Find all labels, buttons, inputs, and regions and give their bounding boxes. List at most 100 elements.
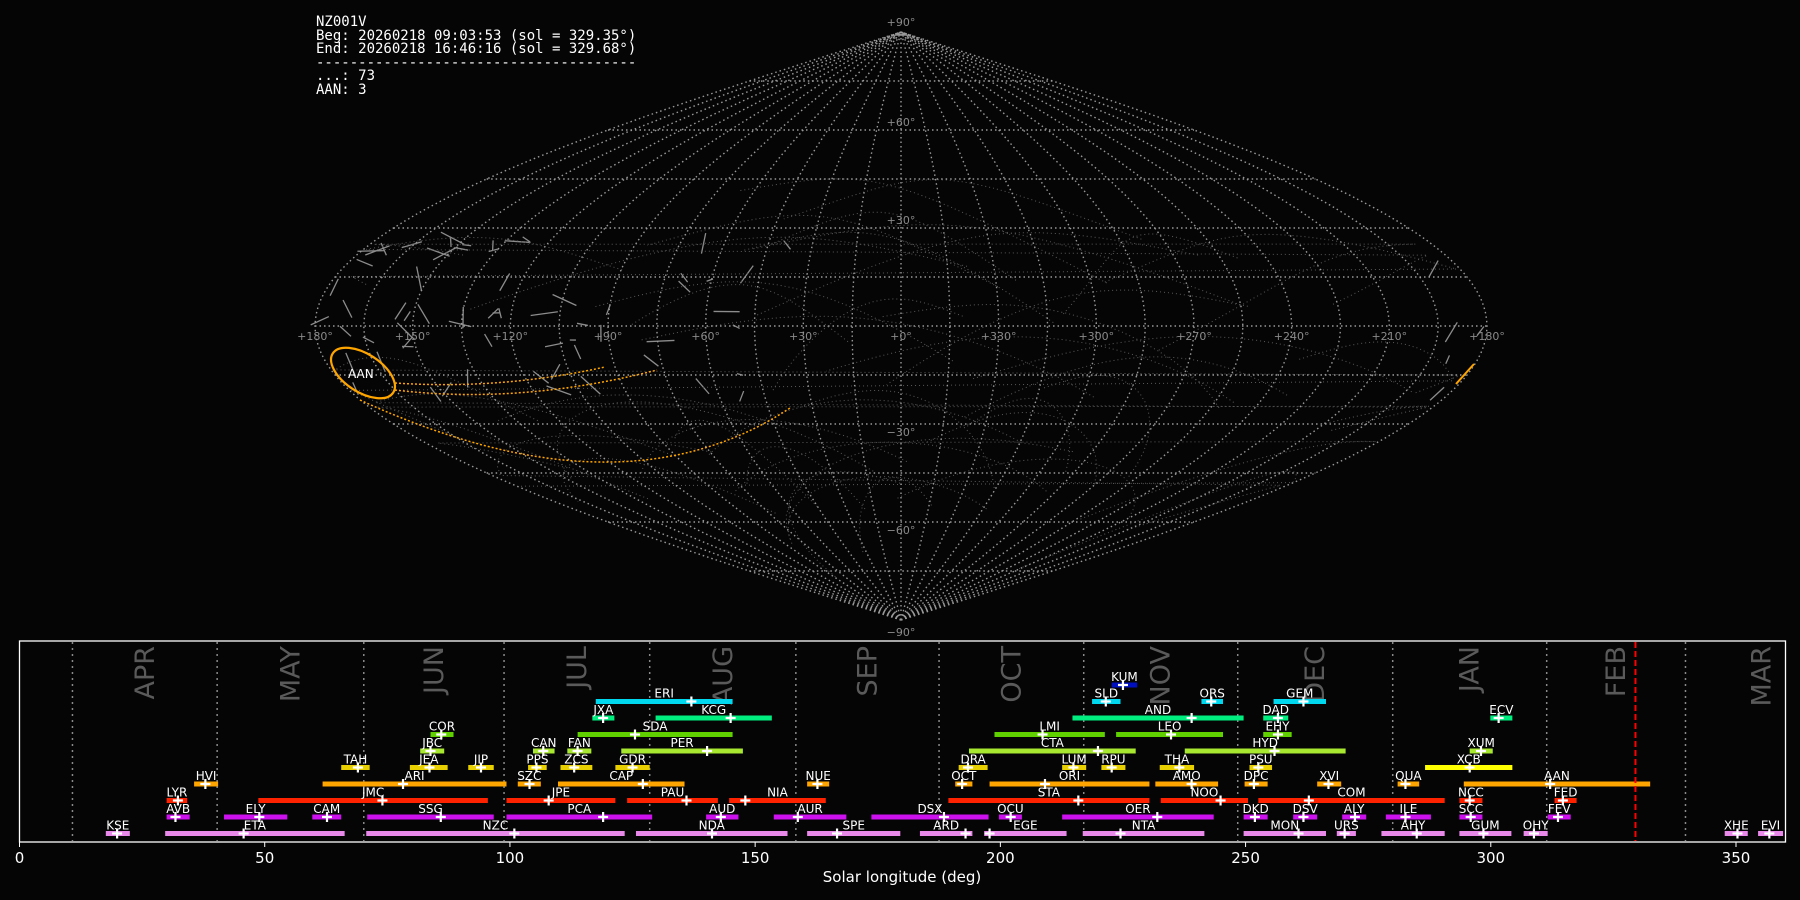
shower-dpc: DPC	[1244, 769, 1269, 789]
shower-code-label: ORS	[1200, 687, 1225, 701]
shower-code-label: GDR	[619, 753, 646, 767]
activity-bar	[807, 781, 830, 787]
shower-code-label: LEO	[1158, 720, 1182, 734]
shower-code-label: TAH	[343, 753, 368, 767]
peak-marker	[1732, 828, 1743, 839]
shower-code-label: URS	[1334, 819, 1359, 833]
meteor-streak	[1445, 355, 1451, 365]
shower-code-label: ILE	[1399, 802, 1417, 816]
shower-code-label: JIP	[473, 753, 488, 767]
activity-bar	[557, 781, 685, 787]
meteor-streak	[646, 339, 675, 343]
activity-bar	[1111, 682, 1138, 688]
activity-bar	[468, 765, 494, 770]
activity-bar	[224, 814, 288, 820]
radiant-drift-track	[673, 419, 818, 508]
shower-xhe: XHE	[1724, 819, 1749, 839]
peak-marker	[321, 812, 332, 822]
shower-code-label: COM	[1337, 786, 1365, 800]
peak-marker	[531, 762, 542, 773]
shower-lmi: LMI	[994, 720, 1105, 740]
peak-marker	[1206, 696, 1217, 707]
radiant-drift-track	[496, 434, 1281, 531]
latitude-label: +90°	[887, 16, 916, 29]
peak-marker	[238, 828, 249, 839]
shower-jxa: JXA	[592, 703, 615, 723]
shower-dkd: DKD	[1242, 802, 1269, 822]
shower-code-label: ARI	[404, 769, 424, 783]
peak-marker	[543, 795, 554, 806]
peak-marker	[1166, 729, 1177, 740]
activity-bar	[635, 831, 788, 836]
shower-code-label: EGE	[1013, 819, 1037, 833]
peak-marker	[572, 746, 583, 756]
peak-marker	[1303, 795, 1314, 806]
activity-bar	[1724, 831, 1748, 836]
radiant-drift-track	[963, 356, 1288, 418]
radiant-drift-track	[755, 232, 1199, 317]
shower-code-label: XCB	[1457, 753, 1481, 767]
peak-marker	[377, 795, 388, 806]
latitude-label: −90°	[887, 626, 916, 639]
activity-bar	[968, 748, 1136, 754]
shower-aan: AAN	[1463, 769, 1651, 789]
radiant-drift-track	[350, 341, 1454, 435]
activity-bar	[1459, 814, 1483, 820]
meteor-streak	[394, 302, 407, 320]
shower-sta: STA	[948, 786, 1150, 806]
shower-code-label: HVI	[196, 769, 217, 783]
shower-kse: KSE	[105, 819, 130, 839]
x-tick-label: 150	[741, 849, 770, 867]
activity-bar	[105, 831, 130, 836]
activity-bar	[1263, 715, 1289, 721]
month-label: APR	[130, 646, 161, 700]
shower-code-label: OHY	[1523, 819, 1549, 833]
peak-marker	[1557, 795, 1568, 806]
longitude-label: +330°	[981, 330, 1017, 343]
latitude-label: +30°	[887, 214, 916, 227]
shower-code-label: JXA	[592, 703, 614, 717]
radiant-drift-track	[647, 214, 999, 288]
activity-bar	[989, 781, 1150, 787]
month-label: MAR	[1747, 646, 1778, 707]
peak-marker	[112, 828, 123, 839]
month-label: SEP	[852, 646, 883, 696]
meteor-streak	[643, 354, 659, 367]
shower-ecv: ECV	[1489, 703, 1514, 723]
activity-bar	[1155, 781, 1219, 787]
shower-nue: NUE	[805, 769, 831, 789]
peak-marker	[1215, 795, 1226, 806]
shower-dra: DRA	[958, 753, 988, 773]
shower-lyr: LYR	[167, 786, 187, 806]
meridian-line	[900, 31, 1146, 621]
peak-marker	[1475, 746, 1486, 756]
month-label: JAN	[1455, 646, 1486, 694]
radiant-drift-track	[640, 419, 908, 476]
radiant-drift-track	[738, 178, 1107, 284]
activity-bar	[322, 781, 507, 787]
radiant-drift-track	[825, 336, 1234, 403]
peak-marker	[1092, 746, 1103, 756]
activity-bar	[312, 814, 342, 820]
shower-code-label: CAP	[609, 769, 633, 783]
aan-track	[394, 369, 658, 396]
activity-bar	[1523, 831, 1548, 836]
activity-bar	[528, 765, 547, 770]
peak-marker	[1037, 729, 1048, 740]
peak-marker	[1152, 812, 1163, 822]
activity-bar	[1342, 814, 1367, 820]
shower-ahy: AHY	[1381, 819, 1445, 839]
meteor-streak	[1429, 386, 1445, 401]
activity-bar	[517, 781, 541, 787]
shower-mon: MON	[1243, 819, 1327, 839]
activity-bar	[409, 765, 448, 770]
shower-xum: XUM	[1468, 736, 1495, 756]
shower-sda: SDA	[577, 720, 733, 740]
radiant-drift-track	[783, 179, 1142, 240]
shower-code-label: PSU	[1249, 753, 1273, 767]
shower-code-label: EVI	[1761, 819, 1780, 833]
shower-code-label: XUM	[1468, 736, 1495, 750]
shower-code-label: NIA	[767, 786, 789, 800]
peak-marker	[1174, 762, 1185, 773]
activity-bar	[1459, 831, 1512, 836]
